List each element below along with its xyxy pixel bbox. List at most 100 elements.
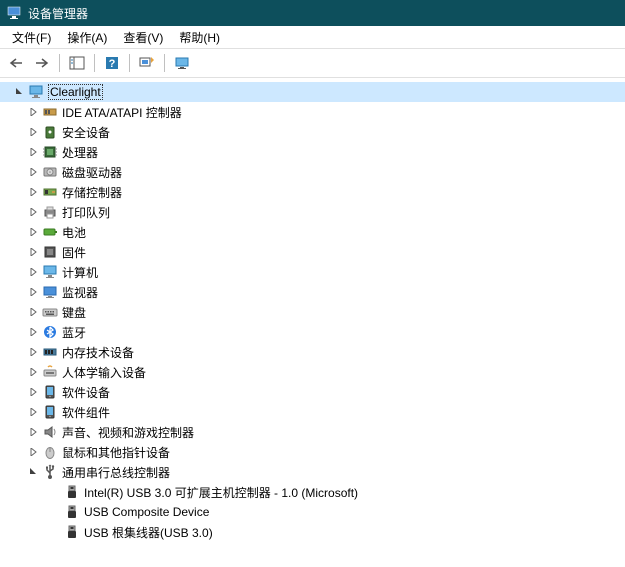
tree-item[interactable]: 软件组件	[0, 402, 625, 422]
menubar: 文件(F) 操作(A) 查看(V) 帮助(H)	[0, 26, 625, 49]
app-icon	[6, 5, 22, 21]
expander-icon[interactable]	[28, 386, 40, 398]
tree-item-label: 打印队列	[62, 204, 110, 221]
controller-icon	[42, 104, 58, 120]
expander-icon[interactable]	[28, 286, 40, 298]
toolbar-sep	[59, 54, 60, 72]
tree-item-label: 计算机	[62, 264, 98, 281]
expander-icon[interactable]	[28, 346, 40, 358]
tree-item-label: 软件设备	[62, 384, 110, 401]
help-button[interactable]: ?	[100, 51, 124, 75]
tree-item-label: 存储控制器	[62, 184, 122, 201]
tree-item-label: 鼠标和其他指针设备	[62, 444, 170, 461]
toolbar-sep	[94, 54, 95, 72]
expander-icon[interactable]	[28, 366, 40, 378]
tree-item[interactable]: 监视器	[0, 282, 625, 302]
monitor-button[interactable]	[170, 51, 194, 75]
computer-name-label: Clearlight	[48, 84, 103, 100]
tree-item[interactable]: Intel(R) USB 3.0 可扩展主机控制器 - 1.0 (Microso…	[0, 482, 625, 502]
usb-plug-icon	[64, 524, 80, 540]
audio-icon	[42, 424, 58, 440]
tree-item-label: 监视器	[62, 284, 98, 301]
tree-item[interactable]: 蓝牙	[0, 322, 625, 342]
tree-item[interactable]: 固件	[0, 242, 625, 262]
tree-root[interactable]: Clearlight	[0, 82, 625, 102]
forward-button[interactable]	[30, 51, 54, 75]
expander-icon[interactable]	[28, 226, 40, 238]
tree-item[interactable]: 电池	[0, 222, 625, 242]
memory-icon	[42, 344, 58, 360]
menu-action[interactable]: 操作(A)	[59, 27, 115, 48]
tree-item[interactable]: 安全设备	[0, 122, 625, 142]
tree-item[interactable]: 计算机	[0, 262, 625, 282]
tree-item[interactable]: 存储控制器	[0, 182, 625, 202]
expander-icon[interactable]	[28, 306, 40, 318]
expander-icon[interactable]	[28, 206, 40, 218]
titlebar: 设备管理器	[0, 0, 625, 26]
expander-icon[interactable]	[28, 406, 40, 418]
tree-item-label: 声音、视频和游戏控制器	[62, 424, 194, 441]
tree-item[interactable]: 软件设备	[0, 382, 625, 402]
tree-item-label: 蓝牙	[62, 324, 86, 341]
menu-view[interactable]: 查看(V)	[115, 27, 171, 48]
tree-item-label: USB Composite Device	[84, 505, 209, 519]
computer-icon	[42, 264, 58, 280]
component-icon	[42, 404, 58, 420]
tree-item-label: 键盘	[62, 304, 86, 321]
svg-text:?: ?	[109, 58, 116, 70]
scan-hardware-button[interactable]	[135, 51, 159, 75]
tree-item[interactable]: 打印队列	[0, 202, 625, 222]
usb-plug-icon	[64, 504, 80, 520]
expander-icon[interactable]	[14, 86, 26, 98]
expander-icon[interactable]	[28, 446, 40, 458]
tree-item-label: Intel(R) USB 3.0 可扩展主机控制器 - 1.0 (Microso…	[84, 484, 358, 501]
tree-item[interactable]: 通用串行总线控制器	[0, 462, 625, 482]
tree-item[interactable]: IDE ATA/ATAPI 控制器	[0, 102, 625, 122]
toolbar-sep	[129, 54, 130, 72]
expander-icon[interactable]	[28, 166, 40, 178]
tree-item[interactable]: USB 根集线器(USB 3.0)	[0, 522, 625, 542]
battery-icon	[42, 224, 58, 240]
expander-icon[interactable]	[28, 426, 40, 438]
tree-item[interactable]: 人体学输入设备	[0, 362, 625, 382]
bluetooth-icon	[42, 324, 58, 340]
tree-item-label: 通用串行总线控制器	[62, 464, 170, 481]
tree-item-label: USB 根集线器(USB 3.0)	[84, 524, 213, 541]
tree-item[interactable]: 声音、视频和游戏控制器	[0, 422, 625, 442]
expander-icon[interactable]	[28, 466, 40, 478]
tree-item[interactable]: USB Composite Device	[0, 502, 625, 522]
tree-item-label: 电池	[62, 224, 86, 241]
security-icon	[42, 124, 58, 140]
keyboard-icon	[42, 304, 58, 320]
window-title: 设备管理器	[28, 5, 88, 22]
tree-item[interactable]: 键盘	[0, 302, 625, 322]
tree-item-label: 安全设备	[62, 124, 110, 141]
expander-icon[interactable]	[28, 146, 40, 158]
device-tree[interactable]: Clearlight IDE ATA/ATAPI 控制器安全设备处理器磁盘驱动器…	[0, 78, 625, 567]
mouse-icon	[42, 444, 58, 460]
expander-icon[interactable]	[28, 246, 40, 258]
tree-item[interactable]: 处理器	[0, 142, 625, 162]
firmware-icon	[42, 244, 58, 260]
toolbar: ?	[0, 49, 625, 78]
tree-item[interactable]: 鼠标和其他指针设备	[0, 442, 625, 462]
tree-item-label: IDE ATA/ATAPI 控制器	[62, 104, 182, 121]
expander-icon[interactable]	[28, 106, 40, 118]
hid-icon	[42, 364, 58, 380]
expander-icon[interactable]	[28, 266, 40, 278]
menu-file[interactable]: 文件(F)	[4, 27, 59, 48]
tree-item[interactable]: 内存技术设备	[0, 342, 625, 362]
tree-item-label: 人体学输入设备	[62, 364, 146, 381]
expander-icon[interactable]	[28, 126, 40, 138]
menu-help[interactable]: 帮助(H)	[171, 27, 228, 48]
expander-icon[interactable]	[28, 186, 40, 198]
back-button[interactable]	[4, 51, 28, 75]
storage-icon	[42, 184, 58, 200]
disk-icon	[42, 164, 58, 180]
tree-item[interactable]: 磁盘驱动器	[0, 162, 625, 182]
usb-plug-icon	[64, 484, 80, 500]
tree-item-label: 内存技术设备	[62, 344, 134, 361]
computer-icon	[28, 84, 44, 100]
show-hide-tree-button[interactable]	[65, 51, 89, 75]
expander-icon[interactable]	[28, 326, 40, 338]
